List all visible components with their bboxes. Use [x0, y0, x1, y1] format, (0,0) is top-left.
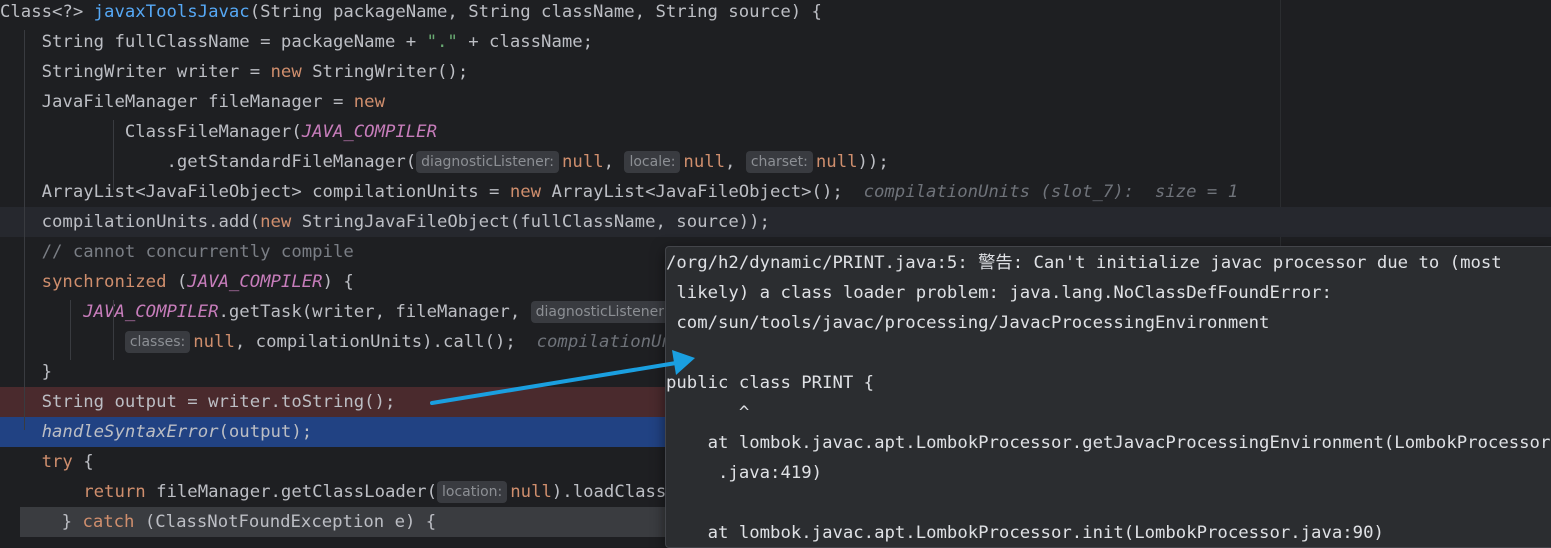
- annotation-arrow: [430, 350, 695, 405]
